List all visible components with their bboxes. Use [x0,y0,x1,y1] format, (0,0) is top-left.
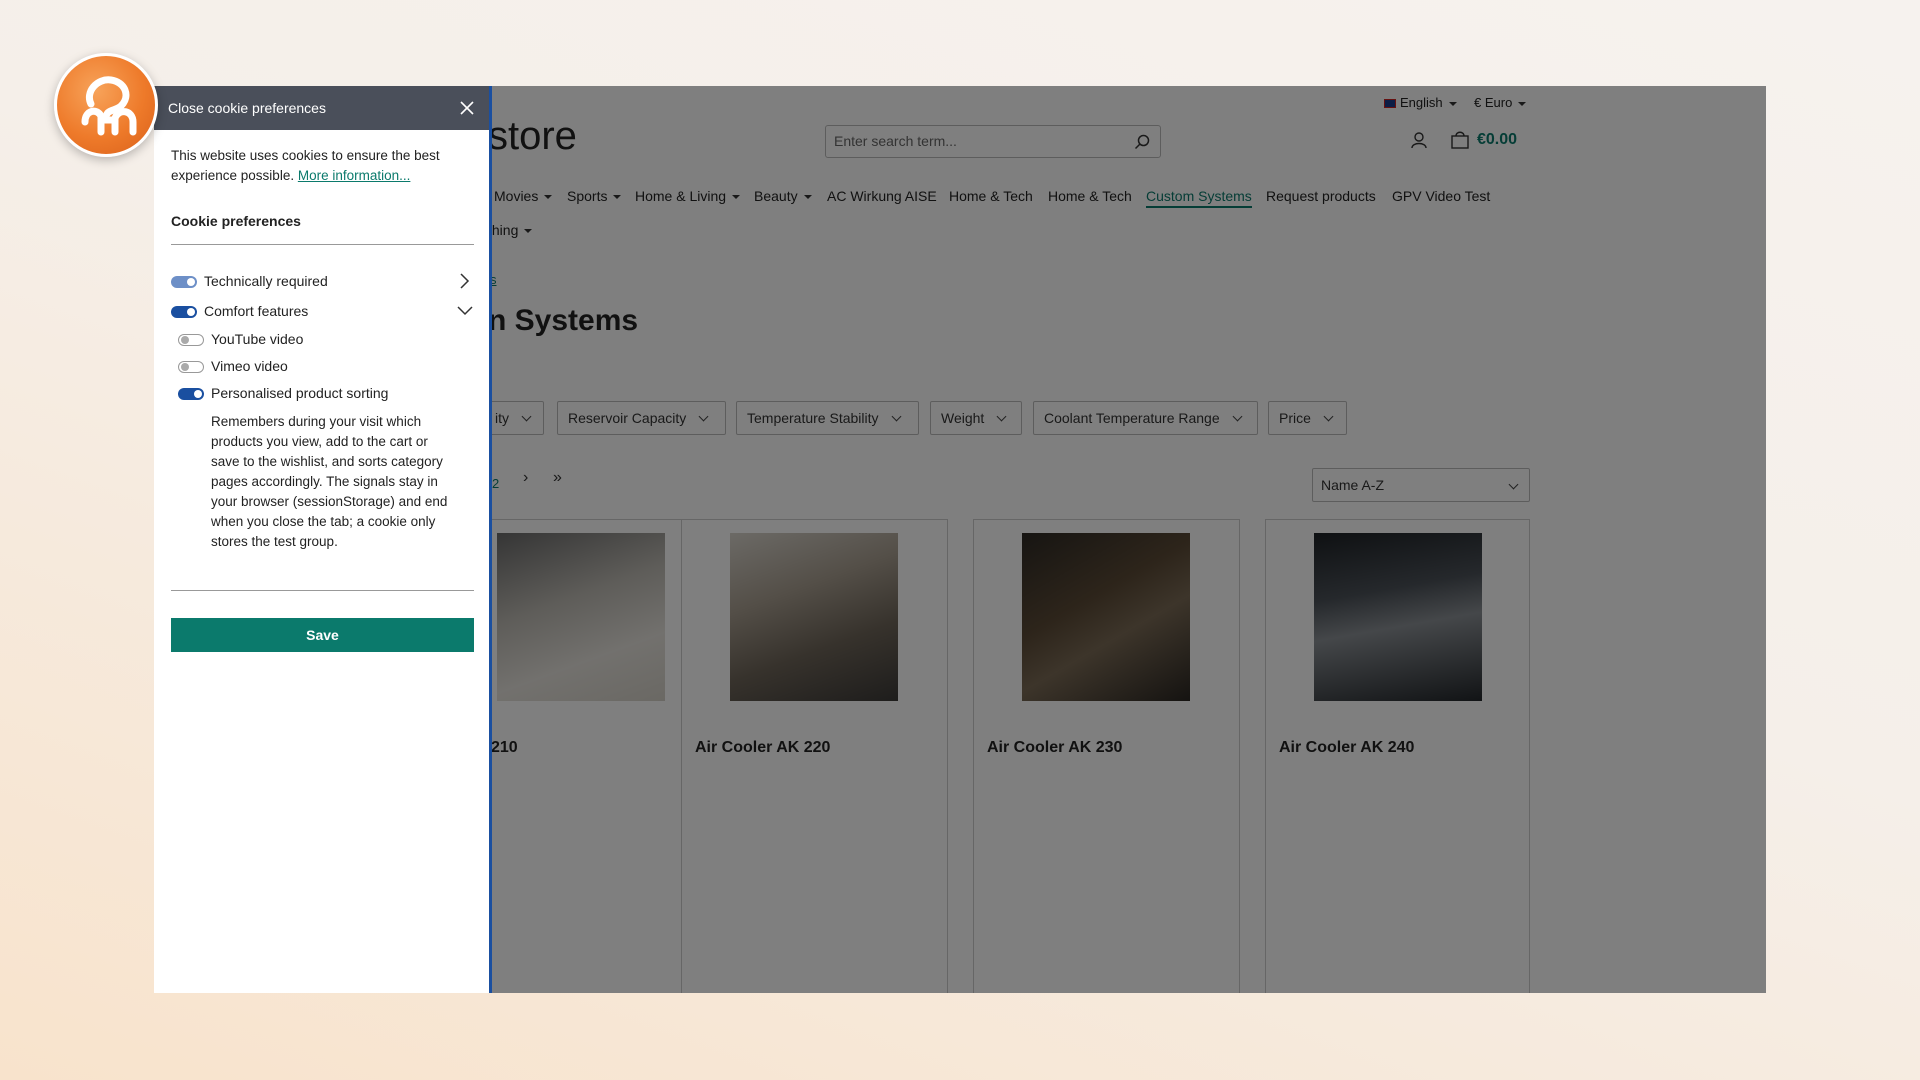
chevron-down-icon[interactable] [456,305,474,317]
divider [171,244,474,245]
sorting-description-line: stores the test group. [211,534,338,549]
item-label-personalised-sorting[interactable]: Personalised product sorting [211,385,388,401]
cookie-intro-line1: This website uses cookies to ensure the … [171,148,440,163]
item-label-vimeo-video[interactable]: Vimeo video [211,358,288,374]
close-icon[interactable] [459,100,475,116]
cookie-section-title: Cookie preferences [171,213,301,229]
sorting-description-line: Remembers during your visit which [211,414,422,429]
sorting-description-line: when you close the tab; a cookie only [211,514,436,529]
toggle-personalised-sorting[interactable] [178,388,204,400]
group-label-technically-required[interactable]: Technically required [204,273,328,289]
more-information-link[interactable]: More information... [298,168,411,183]
save-button[interactable]: Save [171,618,474,652]
sorting-description-line: pages accordingly. The signals stay in [211,474,438,489]
browser-viewport: English € Euro store Enter search term..… [154,86,1766,993]
divider [171,590,474,591]
toggle-youtube-video[interactable] [178,334,204,346]
group-label-comfort-features[interactable]: Comfort features [204,303,308,319]
cookie-panel-title: Close cookie preferences [168,100,326,116]
chevron-right-icon[interactable] [458,272,470,290]
sorting-description-line: products you view, add to the cart or [211,434,428,449]
sorting-description-line: save to the wishlist, and sorts category [211,454,443,469]
toggle-comfort-features[interactable] [171,306,197,318]
sorting-description-line: your browser (sessionStorage) and end [211,494,448,509]
app-logo [54,53,158,157]
logo-mark-icon [81,76,137,136]
cookie-panel-header: Close cookie preferences [154,86,489,130]
cookie-preferences-panel: Close cookie preferences This website us… [154,86,492,993]
toggle-vimeo-video[interactable] [178,361,204,373]
toggle-technically-required[interactable] [171,276,197,288]
cookie-intro-line2: experience possible. More information... [171,168,411,183]
item-label-youtube-video[interactable]: YouTube video [211,331,303,347]
